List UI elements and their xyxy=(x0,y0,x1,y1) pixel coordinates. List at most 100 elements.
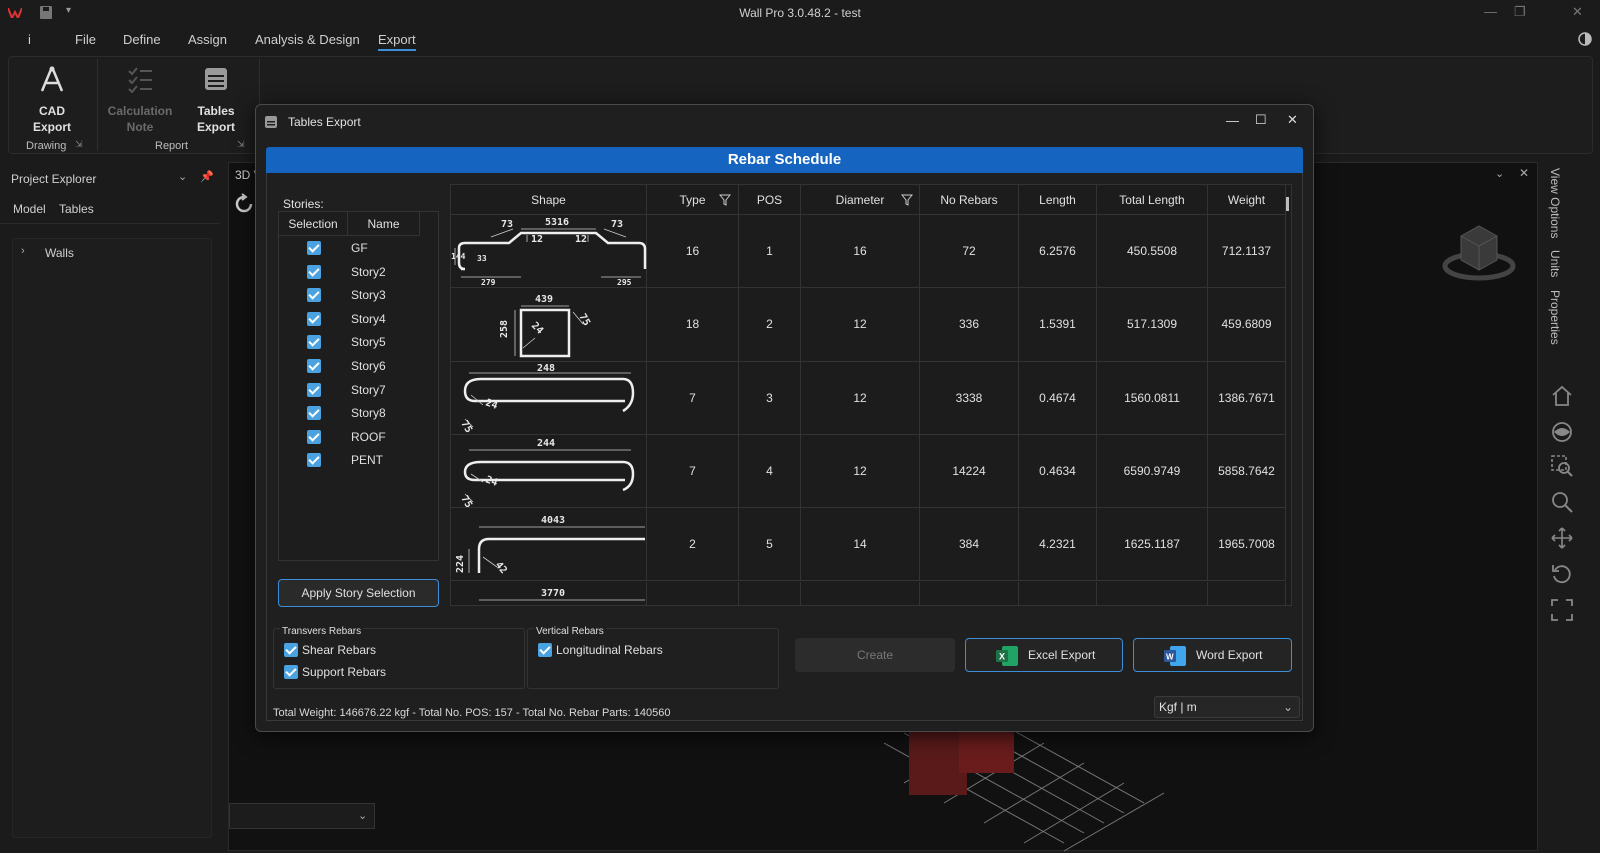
table-scrollbar[interactable] xyxy=(1286,197,1289,211)
menu-define[interactable]: Define xyxy=(123,32,161,47)
filter-icon[interactable] xyxy=(719,194,731,206)
cell-weight[interactable] xyxy=(1208,581,1286,605)
col-type[interactable]: Type xyxy=(647,185,739,215)
menu-analysis-design[interactable]: Analysis & Design xyxy=(255,32,360,47)
cell-type[interactable]: 16 xyxy=(647,215,739,289)
pan-icon[interactable] xyxy=(1550,526,1574,550)
cell-weight[interactable]: 5858.7642 xyxy=(1208,434,1286,509)
view-close-icon[interactable]: ✕ xyxy=(1519,166,1529,180)
tab-model[interactable]: Model xyxy=(13,202,46,216)
cell-no-rebars[interactable]: 384 xyxy=(920,508,1019,582)
cell-type[interactable] xyxy=(647,581,739,605)
cell-total-length[interactable]: 1560.0811 xyxy=(1097,361,1208,435)
cad-export-button[interactable]: CAD Export xyxy=(17,65,87,135)
story-row[interactable]: Story2 xyxy=(279,261,439,285)
report-launcher-icon[interactable]: ⇲ xyxy=(237,139,245,150)
cell-diameter[interactable]: 16 xyxy=(801,215,920,289)
col-no-rebars[interactable]: No Rebars xyxy=(920,185,1019,215)
story-row[interactable]: Story8 xyxy=(279,402,439,426)
drawing-launcher-icon[interactable]: ⇲ xyxy=(75,139,83,150)
cell-weight[interactable]: 1965.7008 xyxy=(1208,508,1286,582)
view-dropdown[interactable]: ⌄ xyxy=(229,803,375,829)
story-checkbox[interactable] xyxy=(307,382,321,397)
cell-diameter[interactable] xyxy=(801,581,920,605)
rail-view-options[interactable]: View Options xyxy=(1548,168,1562,238)
cell-no-rebars[interactable]: 336 xyxy=(920,288,1019,362)
cell-total-length[interactable]: 1625.1187 xyxy=(1097,508,1208,582)
calculation-note-button[interactable]: Calculation Note xyxy=(105,65,175,135)
cell-total-length[interactable]: 6590.9749 xyxy=(1097,434,1208,509)
tree-item-walls[interactable]: Walls xyxy=(45,246,74,260)
cell-no-rebars[interactable] xyxy=(920,581,1019,605)
view-chevron-icon[interactable]: ⌄ xyxy=(1495,167,1504,180)
cell-length[interactable]: 1.5391 xyxy=(1019,288,1097,362)
dialog-close-button[interactable]: ✕ xyxy=(1287,112,1298,128)
cell-type[interactable]: 18 xyxy=(647,288,739,362)
menu-assign[interactable]: Assign xyxy=(188,32,227,47)
story-row[interactable]: Story3 xyxy=(279,284,439,308)
cell-no-rebars[interactable]: 3338 xyxy=(920,361,1019,435)
col-total-length[interactable]: Total Length xyxy=(1097,185,1208,215)
home-icon[interactable] xyxy=(1550,384,1574,408)
menu-info[interactable]: i xyxy=(28,32,31,47)
cell-pos[interactable]: 3 xyxy=(739,361,801,435)
cell-length[interactable] xyxy=(1019,581,1097,605)
rail-properties[interactable]: Properties xyxy=(1548,290,1562,345)
story-col-selection[interactable]: Selection xyxy=(279,212,348,236)
col-shape[interactable]: Shape xyxy=(451,185,647,215)
story-checkbox[interactable] xyxy=(307,311,321,326)
create-button[interactable]: Create xyxy=(795,638,955,672)
cell-type[interactable]: 2 xyxy=(647,508,739,582)
cell-total-length[interactable]: 450.5508 xyxy=(1097,215,1208,289)
cell-total-length[interactable]: 517.1309 xyxy=(1097,288,1208,362)
story-checkbox[interactable] xyxy=(307,453,321,468)
cell-diameter[interactable]: 14 xyxy=(801,508,920,582)
story-row[interactable]: Story4 xyxy=(279,308,439,332)
col-weight[interactable]: Weight xyxy=(1208,185,1286,215)
story-row[interactable]: GF xyxy=(279,237,439,261)
tab-tables[interactable]: Tables xyxy=(59,202,94,216)
filter-icon[interactable] xyxy=(901,194,913,206)
story-row[interactable]: Story5 xyxy=(279,331,439,355)
zoom-icon[interactable] xyxy=(1550,490,1574,514)
cell-no-rebars[interactable]: 72 xyxy=(920,215,1019,289)
cell-pos[interactable]: 1 xyxy=(739,215,801,289)
cell-weight[interactable]: 712.1137 xyxy=(1208,215,1286,289)
story-row[interactable]: Story7 xyxy=(279,379,439,403)
zoom-window-icon[interactable] xyxy=(1550,454,1574,478)
chevron-down-icon[interactable]: ⌄ xyxy=(178,170,187,183)
cell-length[interactable]: 0.4634 xyxy=(1019,434,1097,509)
cell-type[interactable]: 7 xyxy=(647,361,739,435)
cell-length[interactable]: 0.4674 xyxy=(1019,361,1097,435)
tables-export-button[interactable]: Tables Export xyxy=(181,65,251,135)
menu-export[interactable]: Export xyxy=(378,32,416,51)
apply-story-selection-button[interactable]: Apply Story Selection xyxy=(278,579,439,607)
dialog-minimize-button[interactable]: — xyxy=(1226,113,1239,128)
word-export-button[interactable]: W Word Export xyxy=(1133,638,1292,672)
cell-pos[interactable]: 4 xyxy=(739,434,801,509)
menu-file[interactable]: File xyxy=(75,32,96,47)
view-cube-icon[interactable] xyxy=(1439,218,1519,288)
story-row[interactable]: ROOF xyxy=(279,426,439,450)
restore-button[interactable]: ❐ xyxy=(1514,4,1526,20)
cell-diameter[interactable]: 12 xyxy=(801,361,920,435)
chevron-right-icon[interactable]: › xyxy=(21,245,25,257)
excel-export-button[interactable]: X Excel Export xyxy=(965,638,1123,672)
story-row[interactable]: PENT xyxy=(279,449,439,473)
story-checkbox[interactable] xyxy=(307,359,321,373)
dialog-maximize-button[interactable]: ☐ xyxy=(1255,112,1267,128)
story-checkbox[interactable] xyxy=(307,406,321,421)
reset-view-icon[interactable] xyxy=(1550,562,1574,586)
cell-diameter[interactable]: 12 xyxy=(801,434,920,509)
pin-icon[interactable]: 📌 xyxy=(200,170,214,183)
col-diameter[interactable]: Diameter xyxy=(801,185,920,215)
story-checkbox[interactable] xyxy=(307,241,321,255)
cell-type[interactable]: 7 xyxy=(647,434,739,509)
minimize-button[interactable]: — xyxy=(1484,4,1497,19)
theme-toggle-icon[interactable] xyxy=(1578,32,1592,46)
cell-pos[interactable]: 5 xyxy=(739,508,801,582)
col-length[interactable]: Length xyxy=(1019,185,1097,215)
story-row[interactable]: Story6 xyxy=(279,355,439,379)
col-pos[interactable]: POS xyxy=(739,185,801,215)
cell-total-length[interactable] xyxy=(1097,581,1208,605)
